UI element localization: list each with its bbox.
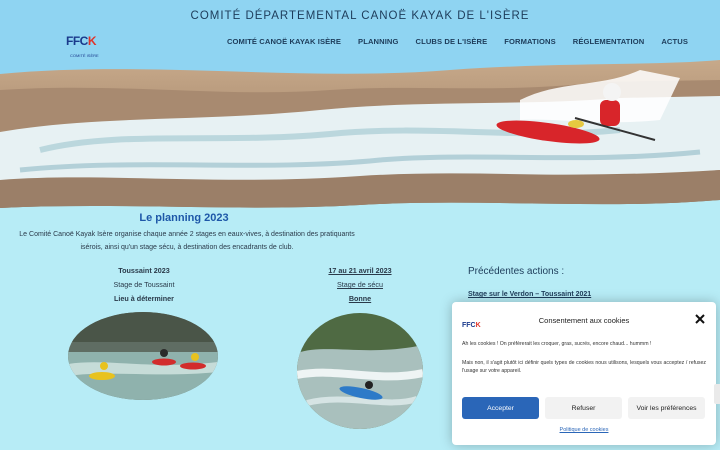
nav-item-actus[interactable]: ACTUS — [661, 37, 688, 46]
ffck-logo[interactable]: FFCK COMITÉ ISÈRE — [62, 30, 106, 64]
hero-image — [0, 60, 720, 215]
preferences-button[interactable]: Voir les préférences — [628, 397, 705, 419]
accept-button[interactable]: Accepter — [462, 397, 539, 419]
event-name-link[interactable]: Stage de sécu — [280, 278, 440, 292]
recaptcha-badge[interactable] — [714, 384, 720, 404]
event-place: Lieu à déterminer — [114, 294, 174, 303]
previous-action-link[interactable]: Stage sur le Verdon – Toussaint 2021 — [468, 291, 591, 298]
site-title[interactable]: COMITÉ DÉPARTEMENTAL CANOË KAYAK DE L'IS… — [0, 10, 720, 22]
planning-title: Le planning 2023 — [139, 212, 229, 224]
event-date: Toussaint 2023 — [118, 266, 170, 275]
cookie-text-detail: Mais non, il s'agit plutôt ici définir q… — [462, 360, 706, 374]
event-date-link[interactable]: 17 au 21 avril 2023 — [280, 264, 440, 278]
event-card: 17 au 21 avril 2023 Stage de sécu Bonne — [280, 264, 440, 306]
event-place-link[interactable]: Bonne — [280, 292, 440, 306]
logo-subtitle: COMITÉ ISÈRE — [70, 53, 99, 58]
event-name: Stage de Toussaint — [113, 280, 175, 289]
nav-item-comite[interactable]: COMITÉ CANOË KAYAK ISÈRE — [227, 37, 341, 46]
close-icon[interactable] — [694, 312, 706, 324]
nav-item-reglementation[interactable]: RÉGLEMENTATION — [573, 37, 645, 46]
cookie-title: Consentement aux cookies — [538, 316, 630, 325]
nav-item-formations[interactable]: FORMATIONS — [504, 37, 555, 46]
cookie-policy-link[interactable]: Politique de cookies — [452, 427, 716, 433]
main-nav: COMITÉ CANOË KAYAK ISÈRE PLANNING CLUBS … — [210, 37, 688, 46]
logo-mark: FFCK — [66, 34, 97, 48]
planning-intro-text: Le Comité Canoë Kayak Isère organise cha… — [19, 231, 355, 251]
previous-actions-title: Précédentes actions : — [468, 266, 565, 277]
event-photo-toussaint — [68, 312, 218, 400]
cookie-text-intro: Ah les cookies ! On préfèrerait les croq… — [462, 341, 652, 347]
cookie-consent-dialog: FFCK Consentement aux cookies Ah les coo… — [452, 302, 716, 445]
nav-item-clubs[interactable]: CLUBS DE L'ISÈRE — [416, 37, 488, 46]
event-card: Toussaint 2023 Stage de Toussaint Lieu à… — [64, 264, 224, 306]
nav-item-planning[interactable]: PLANNING — [358, 37, 398, 46]
refuse-button[interactable]: Refuser — [545, 397, 622, 419]
event-photo-secu — [297, 313, 423, 429]
